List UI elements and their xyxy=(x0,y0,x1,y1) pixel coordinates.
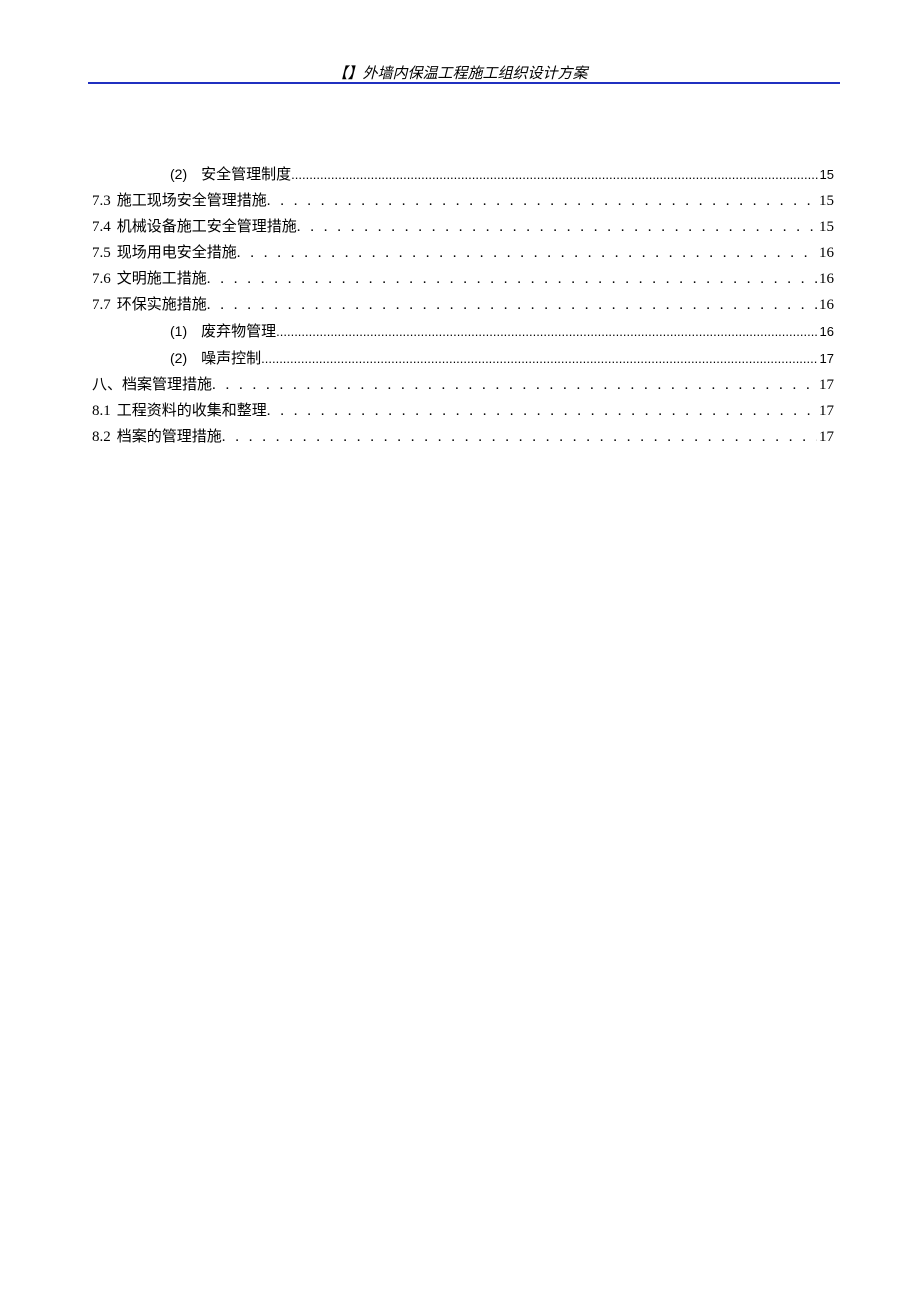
toc-page-number: 16 xyxy=(817,240,834,266)
toc-label: 施工现场安全管理措施 xyxy=(117,188,267,214)
toc-label: 安全管理制度 xyxy=(201,162,291,188)
toc-row: 7.4 机械设备施工安全管理措施 15 xyxy=(92,214,834,240)
toc-label: 环保实施措施 xyxy=(117,292,207,318)
toc-marker: (1) xyxy=(170,318,187,344)
toc-label: 噪声控制 xyxy=(201,346,261,372)
toc-row: (2) 噪声控制 17 xyxy=(92,345,834,372)
toc-leader xyxy=(267,188,817,214)
toc-leader xyxy=(261,346,817,372)
toc-page-number: 17 xyxy=(818,346,834,372)
toc-row: 八、档案管理措施 17 xyxy=(92,372,834,398)
toc-page-number: 16 xyxy=(817,266,834,292)
toc-label: 档案管理措施 xyxy=(122,372,212,398)
toc-leader xyxy=(207,292,817,318)
toc-label: 废弃物管理 xyxy=(201,319,276,345)
toc-label: 现场用电安全措施 xyxy=(117,240,237,266)
toc-row: 7.5 现场用电安全措施 16 xyxy=(92,240,834,266)
toc-label: 机械设备施工安全管理措施 xyxy=(117,214,297,240)
toc-page-number: 15 xyxy=(818,162,834,188)
toc-marker: (2) xyxy=(170,161,187,187)
header-rule xyxy=(88,82,840,84)
toc-leader xyxy=(276,319,817,345)
toc-row: 8.1 工程资料的收集和整理 17 xyxy=(92,398,834,424)
toc-leader xyxy=(212,372,817,398)
toc-marker: (2) xyxy=(170,345,187,371)
toc-page-number: 17 xyxy=(817,372,834,398)
toc-label: 工程资料的收集和整理 xyxy=(117,398,267,424)
page-header: 【】外墙内保温工程施工组织设计方案 xyxy=(0,62,920,83)
toc-page-number: 16 xyxy=(817,292,834,318)
toc-marker: 8.2 xyxy=(92,424,111,450)
toc-leader xyxy=(291,162,817,188)
table-of-contents: (2) 安全管理制度 15 7.3 施工现场安全管理措施 15 7.4 机械设备施工安全管理措… xyxy=(92,161,834,450)
toc-leader xyxy=(297,214,817,240)
toc-page-number: 16 xyxy=(818,319,834,345)
toc-marker: 八、 xyxy=(92,372,122,398)
toc-marker: 7.6 xyxy=(92,266,111,292)
toc-row: 7.6 文明施工措施 16 xyxy=(92,266,834,292)
toc-row: 7.7 环保实施措施 16 xyxy=(92,292,834,318)
toc-marker: 8.1 xyxy=(92,398,111,424)
toc-page-number: 15 xyxy=(817,214,834,240)
toc-leader xyxy=(207,266,817,292)
toc-leader xyxy=(222,424,817,450)
toc-page-number: 17 xyxy=(817,424,834,450)
toc-page-number: 15 xyxy=(817,188,834,214)
toc-page-number: 17 xyxy=(817,398,834,424)
toc-leader xyxy=(267,398,817,424)
toc-row: 8.2 档案的管理措施 17 xyxy=(92,424,834,450)
toc-marker: 7.4 xyxy=(92,214,111,240)
toc-marker: 7.5 xyxy=(92,240,111,266)
toc-marker: 7.7 xyxy=(92,292,111,318)
toc-marker: 7.3 xyxy=(92,188,111,214)
toc-leader xyxy=(237,240,817,266)
toc-row: (1) 废弃物管理 16 xyxy=(92,318,834,345)
header-title: 【】外墙内保温工程施工组织设计方案 xyxy=(332,66,587,82)
toc-label: 档案的管理措施 xyxy=(117,424,222,450)
toc-row: 7.3 施工现场安全管理措施 15 xyxy=(92,188,834,214)
toc-label: 文明施工措施 xyxy=(117,266,207,292)
toc-row: (2) 安全管理制度 15 xyxy=(92,161,834,188)
